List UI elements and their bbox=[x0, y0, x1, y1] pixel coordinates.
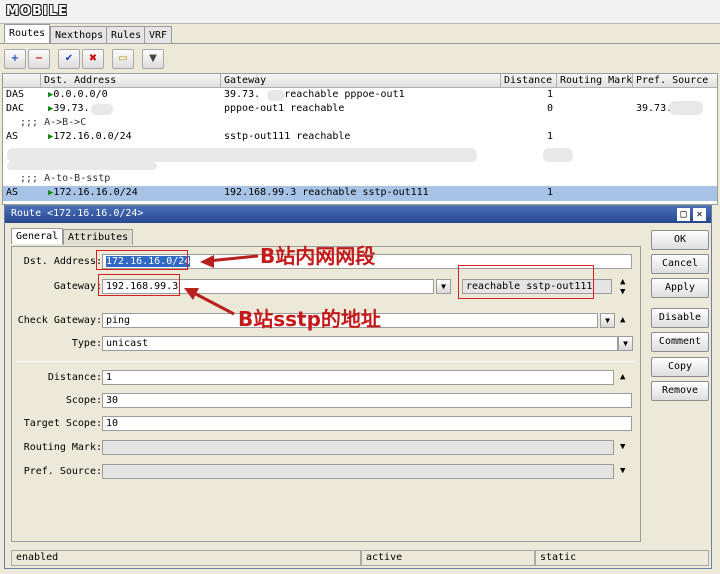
arrow-gateway bbox=[184, 288, 235, 316]
annotation-arrows bbox=[184, 254, 259, 316]
annotation-gateway: B站sstp的地址 bbox=[238, 307, 381, 331]
arrow-dst bbox=[200, 254, 259, 268]
annotation-dst: B站内网网段 bbox=[260, 244, 376, 268]
